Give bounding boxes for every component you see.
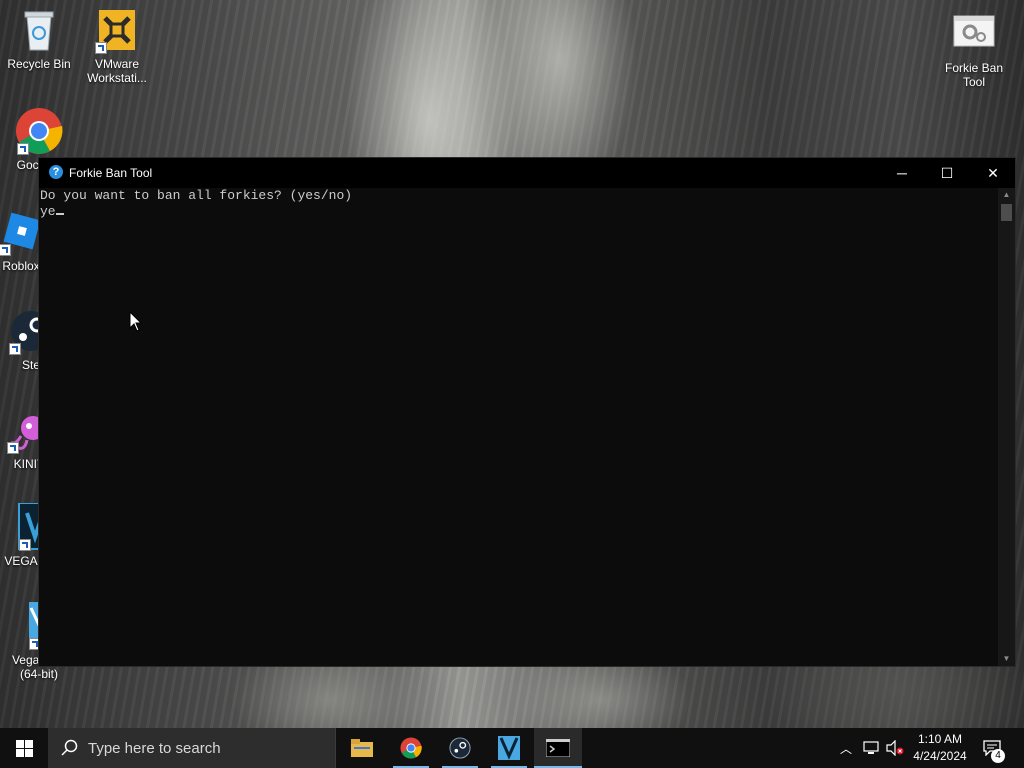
text-cursor (55, 213, 64, 215)
taskbar-chrome[interactable] (387, 728, 435, 768)
console-icon (546, 739, 570, 757)
desktop-icon-recycle-bin[interactable]: Recycle Bin (0, 6, 78, 71)
volume-muted-icon[interactable] (886, 740, 904, 756)
taskbar: Type here to search ︿ 1:10 AM 4/24/2024 … (0, 728, 1024, 768)
application-gear-icon (950, 10, 998, 58)
console-output[interactable]: Do you want to ban all forkies? (yes/no)… (39, 188, 1000, 666)
chrome-icon (15, 107, 63, 155)
desktop-icon-vmware[interactable]: VMware Workstati... (78, 6, 156, 85)
vertical-scrollbar[interactable]: ▲ ▼ (998, 188, 1015, 666)
notification-count-badge: 4 (991, 749, 1005, 763)
shortcut-arrow-icon (17, 143, 29, 155)
search-icon (61, 739, 78, 756)
taskbar-clock[interactable]: 1:10 AM 4/24/2024 (908, 731, 972, 765)
scroll-thumb[interactable] (1001, 204, 1012, 221)
shortcut-arrow-icon (7, 442, 19, 454)
scroll-down-icon[interactable]: ▼ (998, 652, 1015, 666)
taskbar-steam[interactable] (436, 728, 484, 768)
desktop-icon-label: Recycle Bin (7, 57, 71, 71)
scroll-up-icon[interactable]: ▲ (998, 188, 1015, 202)
chrome-icon (400, 737, 422, 759)
taskbar-console[interactable] (534, 728, 582, 768)
console-input-line[interactable]: ye (40, 204, 1000, 220)
clock-time: 1:10 AM (917, 732, 963, 746)
vegas-icon (498, 736, 520, 760)
vmware-icon (93, 6, 141, 54)
window-title: Forkie Ban Tool (69, 166, 153, 180)
start-button[interactable] (0, 728, 48, 768)
file-explorer-icon (351, 739, 373, 757)
system-tray: ︿ (836, 728, 906, 768)
shortcut-arrow-icon (19, 539, 31, 551)
desktop-icon-forkie-ban-tool[interactable]: Forkie Ban Tool (935, 10, 1013, 89)
clock-date: 4/24/2024 (913, 749, 967, 763)
search-placeholder: Type here to search (88, 740, 221, 757)
console-input: ye (40, 204, 56, 219)
shortcut-arrow-icon (95, 42, 107, 54)
taskbar-vegas[interactable] (485, 728, 533, 768)
taskbar-search-box[interactable]: Type here to search (48, 728, 336, 768)
mouse-pointer-icon (129, 311, 143, 332)
shortcut-arrow-icon (9, 343, 21, 355)
maximize-button[interactable]: ☐ (924, 158, 970, 188)
console-prompt: Do you want to ban all forkies? (yes/no) (40, 188, 353, 203)
question-icon: ? (49, 165, 63, 179)
chevron-up-icon[interactable]: ︿ (840, 740, 852, 757)
network-icon[interactable] (863, 741, 879, 755)
desktop-icon-label: VMware Workstati... (87, 57, 147, 85)
close-button[interactable]: ✕ (970, 158, 1016, 188)
taskbar-file-explorer[interactable] (338, 728, 386, 768)
shortcut-arrow-icon (0, 244, 11, 256)
minimize-button[interactable]: ─ (879, 158, 925, 188)
console-window[interactable]: ? Forkie Ban Tool ─ ☐ ✕ Do you want to b… (38, 157, 1016, 667)
steam-icon (449, 737, 471, 759)
window-titlebar[interactable]: ? Forkie Ban Tool ─ ☐ ✕ (39, 158, 1015, 188)
desktop-icon-label: Forkie Ban Tool (944, 61, 1004, 89)
recycle-bin-icon (15, 6, 63, 54)
